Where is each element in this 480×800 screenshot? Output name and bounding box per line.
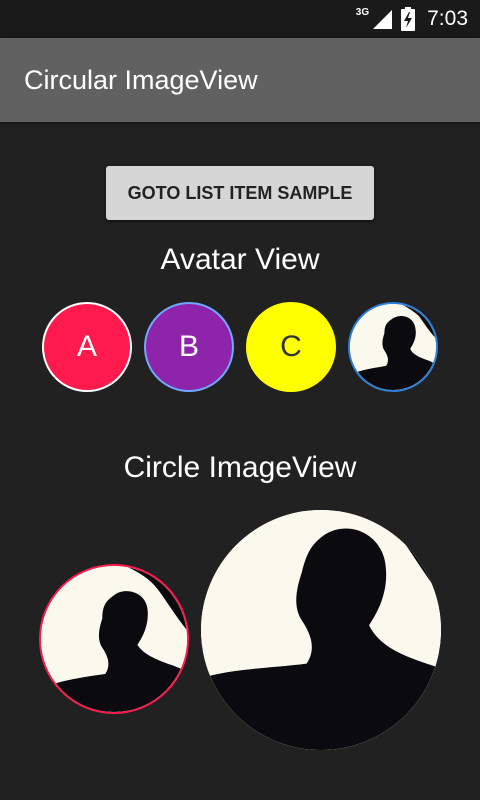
status-clock: 7:03 [427,7,468,30]
avatar-letter: A [76,330,97,363]
portrait-photo-icon [41,566,187,712]
portrait-photo-icon [350,304,436,390]
status-bar: 3G 7:03 [0,0,480,38]
avatar-letter: C [280,330,302,363]
avatar-view-title: Avatar View [160,243,320,276]
avatar-c[interactable]: C [246,302,336,392]
avatar-photo[interactable] [348,302,438,392]
avatar-a[interactable]: A [42,302,132,392]
status-icons: 3G 7:03 [356,0,468,38]
app-bar: Circular ImageView [0,38,480,122]
goto-list-item-sample-button[interactable]: GOTO LIST ITEM SAMPLE [106,166,374,220]
battery-charging-icon [401,7,416,31]
network-type-label: 3G [355,6,370,18]
signal-icon [373,10,393,29]
avatar-letter: B [178,330,199,363]
portrait-photo-icon [201,510,441,750]
app-title: Circular ImageView [24,64,258,95]
circle-image-small[interactable] [39,564,189,714]
avatar-b[interactable]: B [144,302,234,392]
circle-image-large[interactable] [201,510,441,750]
circle-imageview-title: Circle ImageView [123,451,357,484]
